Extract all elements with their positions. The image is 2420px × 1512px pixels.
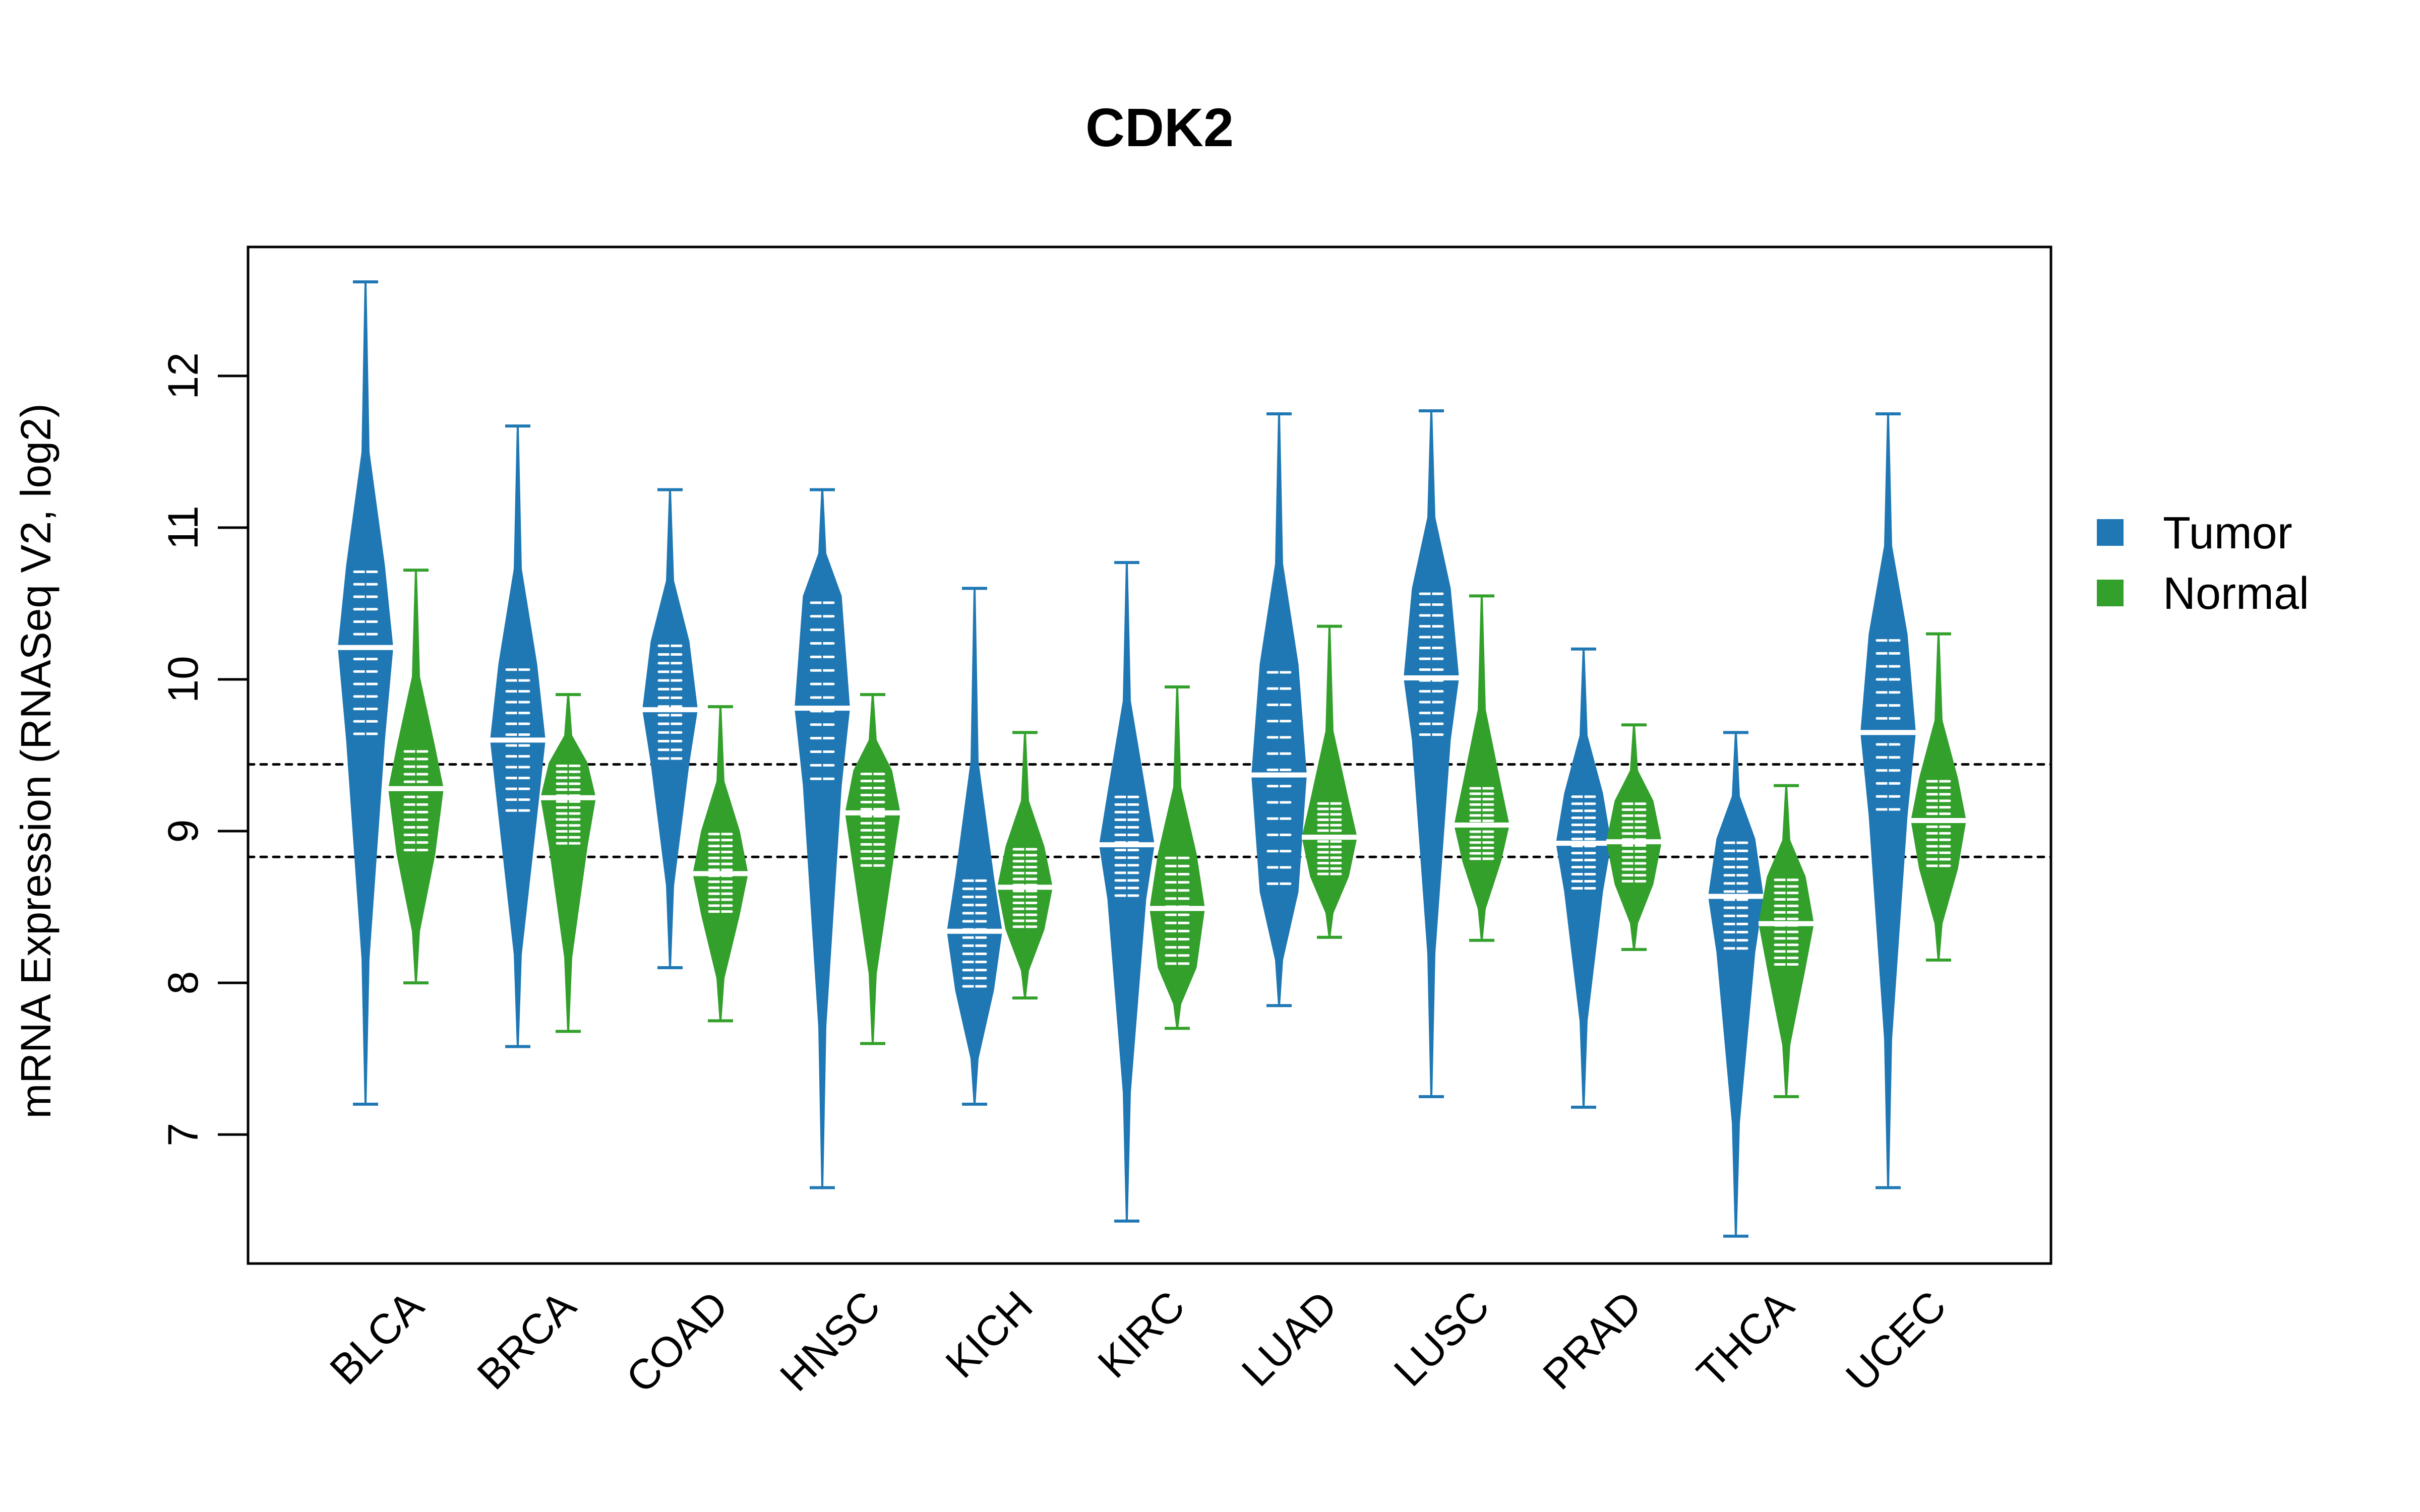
x-tick-label-kich: KICH <box>936 1282 1041 1387</box>
bean-tumor-luad <box>1251 412 1307 1007</box>
y-axis-label: mRNA Expression (RNASeq V2, log2) <box>12 403 59 1118</box>
x-tick-label-ucec: UCEC <box>1837 1282 1955 1400</box>
bean-tumor-ucec <box>1860 412 1916 1189</box>
bean-normal-kirc <box>1150 685 1205 1030</box>
beans <box>338 280 1966 1238</box>
y-tick-label-7: 7 <box>159 1123 207 1147</box>
x-tick-label-luad: LUAD <box>1233 1282 1346 1395</box>
bean-plot: CDK2 7 8 9 10 11 12 BLCA BRCA COAD HNSC KICH KIRC L… <box>12 97 2309 1402</box>
bean-normal-prad <box>1606 723 1662 951</box>
x-tick-label-lusc: LUSC <box>1385 1282 1498 1395</box>
y-tick-label-11: 11 <box>159 506 207 549</box>
bean-normal-lusc <box>1454 594 1509 942</box>
bean-tumor-coad <box>642 488 698 969</box>
x-tick-label-hnsc: HNSC <box>771 1282 889 1400</box>
y-tick-label-8: 8 <box>159 971 207 995</box>
bean-normal-hnsc <box>845 693 900 1045</box>
legend-swatch-tumor <box>2097 519 2124 546</box>
legend: Tumor Normal <box>2097 508 2309 619</box>
bean-normal-brca <box>540 693 596 1033</box>
bean-normal-coad <box>693 705 748 1023</box>
bean-tumor-brca <box>490 424 546 1048</box>
bean-tumor-lusc <box>1404 409 1459 1098</box>
y-tick-label-9: 9 <box>159 820 207 843</box>
bean-normal-kich <box>997 731 1053 1000</box>
bean-tumor-hnsc <box>795 488 850 1189</box>
x-tick-label-thca: THCA <box>1688 1282 1803 1397</box>
y-axis: 7 8 9 10 11 12 <box>159 352 248 1146</box>
y-tick-label-10: 10 <box>159 656 207 703</box>
bean-tumor-kich <box>947 587 1002 1106</box>
x-tick-label-kirc: KIRC <box>1088 1282 1193 1387</box>
bean-tumor-thca <box>1708 731 1764 1238</box>
chart-title: CDK2 <box>1085 97 1234 158</box>
bean-tumor-blca <box>338 280 393 1106</box>
legend-swatch-normal <box>2097 580 2124 606</box>
legend-label-tumor: Tumor <box>2163 508 2292 558</box>
bean-normal-thca <box>1759 784 1814 1098</box>
x-tick-label-blca: BLCA <box>321 1282 433 1394</box>
x-tick-label-prad: PRAD <box>1534 1282 1651 1399</box>
bean-normal-ucec <box>1911 632 1966 962</box>
bean-normal-blca <box>388 569 444 985</box>
bean-tumor-prad <box>1556 647 1611 1109</box>
x-tick-label-coad: COAD <box>617 1282 737 1402</box>
bean-tumor-kirc <box>1099 561 1155 1223</box>
x-tick-label-brca: BRCA <box>468 1282 585 1399</box>
y-tick-label-12: 12 <box>159 352 207 399</box>
legend-label-normal: Normal <box>2163 569 2309 619</box>
bean-normal-luad <box>1302 624 1357 939</box>
x-axis: BLCA BRCA COAD HNSC KICH KIRC LUAD LUSC PRAD THCA… <box>321 1282 1955 1402</box>
